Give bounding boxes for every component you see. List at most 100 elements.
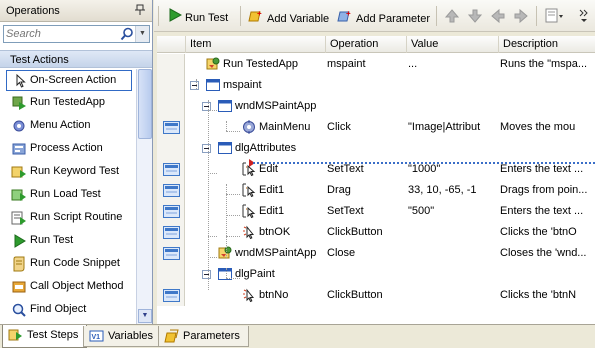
row-gutter[interactable] bbox=[157, 201, 185, 222]
cell-operation: mspaint bbox=[327, 58, 366, 70]
row-gutter[interactable] bbox=[157, 159, 185, 180]
row-gutter[interactable] bbox=[157, 285, 185, 306]
search-dropdown-button[interactable]: ▼ bbox=[135, 26, 149, 42]
tab-parameters[interactable]: Parameters bbox=[158, 326, 249, 347]
collapse-toggle-icon[interactable] bbox=[202, 144, 211, 153]
action-item-label: Run Test bbox=[30, 234, 74, 246]
cell-value bbox=[408, 75, 497, 96]
cell-description: Runs the "mspa... bbox=[500, 58, 588, 70]
column-header-description[interactable]: Description bbox=[498, 36, 595, 53]
action-item-process-action[interactable]: Process Action bbox=[0, 137, 136, 160]
action-item-run-load-test[interactable]: Run Load Test bbox=[0, 183, 136, 206]
search-input[interactable] bbox=[6, 27, 116, 41]
action-item-run-code-snippet[interactable]: Run Code Snippet bbox=[0, 252, 136, 275]
move-right-icon[interactable] bbox=[512, 7, 530, 25]
toolbar-separator bbox=[536, 6, 537, 26]
cell-value bbox=[408, 222, 497, 243]
table-row[interactable]: Edit1 Drag 33, 10, -65, -1 Drags from poin.… bbox=[157, 180, 595, 201]
action-item-run-script-routine[interactable]: Run Script Routine bbox=[0, 206, 136, 229]
operations-title: Operations bbox=[6, 5, 60, 17]
search-icon[interactable] bbox=[120, 27, 134, 41]
cell-item: wndMSPaintApp bbox=[235, 100, 317, 112]
collapse-toggle-icon[interactable] bbox=[190, 81, 199, 90]
cell-operation bbox=[327, 138, 405, 159]
cell-value: 33, 10, -65, -1 bbox=[408, 184, 477, 196]
row-gutter[interactable] bbox=[157, 75, 185, 96]
action-item-menu-action[interactable]: Menu Action bbox=[0, 114, 136, 137]
column-header-value[interactable]: Value bbox=[406, 36, 498, 53]
move-down-icon[interactable] bbox=[466, 7, 484, 25]
table-row[interactable]: btnNo ClickButton Clicks the 'btnN bbox=[157, 285, 595, 306]
action-item-call-object-method[interactable]: Call Object Method bbox=[0, 275, 136, 298]
tree-connector bbox=[226, 215, 240, 216]
run-test-button[interactable]: Run Test bbox=[168, 8, 228, 26]
table-row[interactable]: wndMSPaintApp Close Closes the 'wnd... bbox=[157, 243, 595, 264]
row-gutter[interactable] bbox=[157, 222, 185, 243]
tree-connector bbox=[208, 173, 217, 174]
add-variable-button[interactable]: + Add Variable bbox=[248, 8, 329, 26]
run-test-icon bbox=[11, 233, 27, 249]
table-row[interactable]: btnOK ClickButton Clicks the 'btnO bbox=[157, 222, 595, 243]
table-row[interactable]: dlgAttributes bbox=[157, 138, 595, 159]
table-row[interactable]: MainMenu Click "Image|Attribut Moves the mo… bbox=[157, 117, 595, 138]
cell-operation: SetText bbox=[327, 205, 364, 217]
row-gutter[interactable] bbox=[157, 138, 185, 159]
step-marker-icon bbox=[163, 205, 180, 218]
action-item-find-object[interactable]: Find Object bbox=[0, 298, 136, 321]
row-gutter[interactable] bbox=[157, 96, 185, 117]
test-actions-header[interactable]: Test Actions bbox=[0, 50, 152, 68]
move-left-icon[interactable] bbox=[489, 7, 507, 25]
column-header-operation[interactable]: Operation bbox=[325, 36, 406, 53]
row-gutter[interactable] bbox=[157, 264, 185, 285]
cell-item: Run TestedApp bbox=[223, 58, 299, 70]
action-item-label: Menu Action bbox=[30, 119, 91, 131]
svg-text:+: + bbox=[346, 9, 351, 18]
run-script-routine-icon bbox=[11, 210, 27, 226]
cell-description: Clicks the 'btnN bbox=[500, 289, 577, 301]
action-item-label: Run Load Test bbox=[30, 188, 101, 200]
toolbar: Run Test + Add Variable + Add Parameter bbox=[154, 0, 595, 32]
scrollbar-thumb[interactable] bbox=[138, 69, 152, 139]
cell-operation: ClickButton bbox=[327, 226, 383, 238]
tree-connector bbox=[208, 257, 217, 258]
scroll-down-icon[interactable]: ▼ bbox=[138, 309, 152, 323]
pin-icon[interactable] bbox=[134, 4, 146, 19]
move-up-icon[interactable] bbox=[443, 7, 461, 25]
cell-operation bbox=[327, 264, 405, 285]
row-gutter[interactable] bbox=[157, 117, 185, 138]
svg-text:+: + bbox=[257, 9, 262, 18]
menu-action-icon bbox=[11, 118, 27, 134]
table-row[interactable]: Run TestedApp mspaint... Runs the "mspa... bbox=[157, 54, 595, 75]
table-row[interactable]: dlgPaint bbox=[157, 264, 595, 285]
action-item-run-test[interactable]: Run Test bbox=[0, 229, 136, 252]
cell-item: dlgAttributes bbox=[235, 142, 297, 154]
grid-rows: Run TestedApp mspaint... Runs the "mspa...… bbox=[157, 54, 595, 306]
collapse-toggle-icon[interactable] bbox=[202, 270, 211, 279]
tab-variables[interactable]: V1 Variables bbox=[83, 326, 163, 347]
call-object-method-icon bbox=[11, 279, 27, 295]
tab-label: Parameters bbox=[183, 330, 240, 342]
action-item-run-keyword-test[interactable]: Run Keyword Test bbox=[0, 160, 136, 183]
tab-test-steps[interactable]: Test Steps bbox=[2, 325, 88, 348]
cell-description: Closes the 'wnd... bbox=[500, 247, 587, 259]
cell-description: Drags from poin... bbox=[500, 184, 588, 196]
table-row[interactable]: wndMSPaintApp bbox=[157, 96, 595, 117]
table-row[interactable]: mspaint bbox=[157, 75, 595, 96]
row-gutter[interactable] bbox=[157, 180, 185, 201]
toolbar-separator bbox=[240, 6, 241, 26]
row-gutter[interactable] bbox=[157, 243, 185, 264]
add-parameter-button[interactable]: + Add Parameter bbox=[337, 8, 430, 26]
action-item-run-testedapp[interactable]: Run TestedApp bbox=[0, 91, 136, 114]
gutter-header bbox=[157, 36, 185, 53]
action-item-on-screen-action[interactable]: On-Screen Action bbox=[6, 70, 132, 91]
table-row[interactable]: Edit1 SetText "500" Enters the text ... bbox=[157, 201, 595, 222]
toolbar-overflow-icon[interactable] bbox=[577, 7, 591, 25]
test-steps-grid: Item Operation Value Description Run Tes… bbox=[157, 36, 595, 324]
tree-connector bbox=[226, 194, 240, 195]
cell-description bbox=[500, 138, 595, 159]
row-gutter[interactable] bbox=[157, 54, 185, 75]
cell-description bbox=[500, 96, 595, 117]
actions-scrollbar[interactable]: ▲ ▼ bbox=[136, 69, 152, 324]
column-header-item[interactable]: Item bbox=[185, 36, 325, 53]
properties-icon[interactable] bbox=[543, 7, 565, 25]
